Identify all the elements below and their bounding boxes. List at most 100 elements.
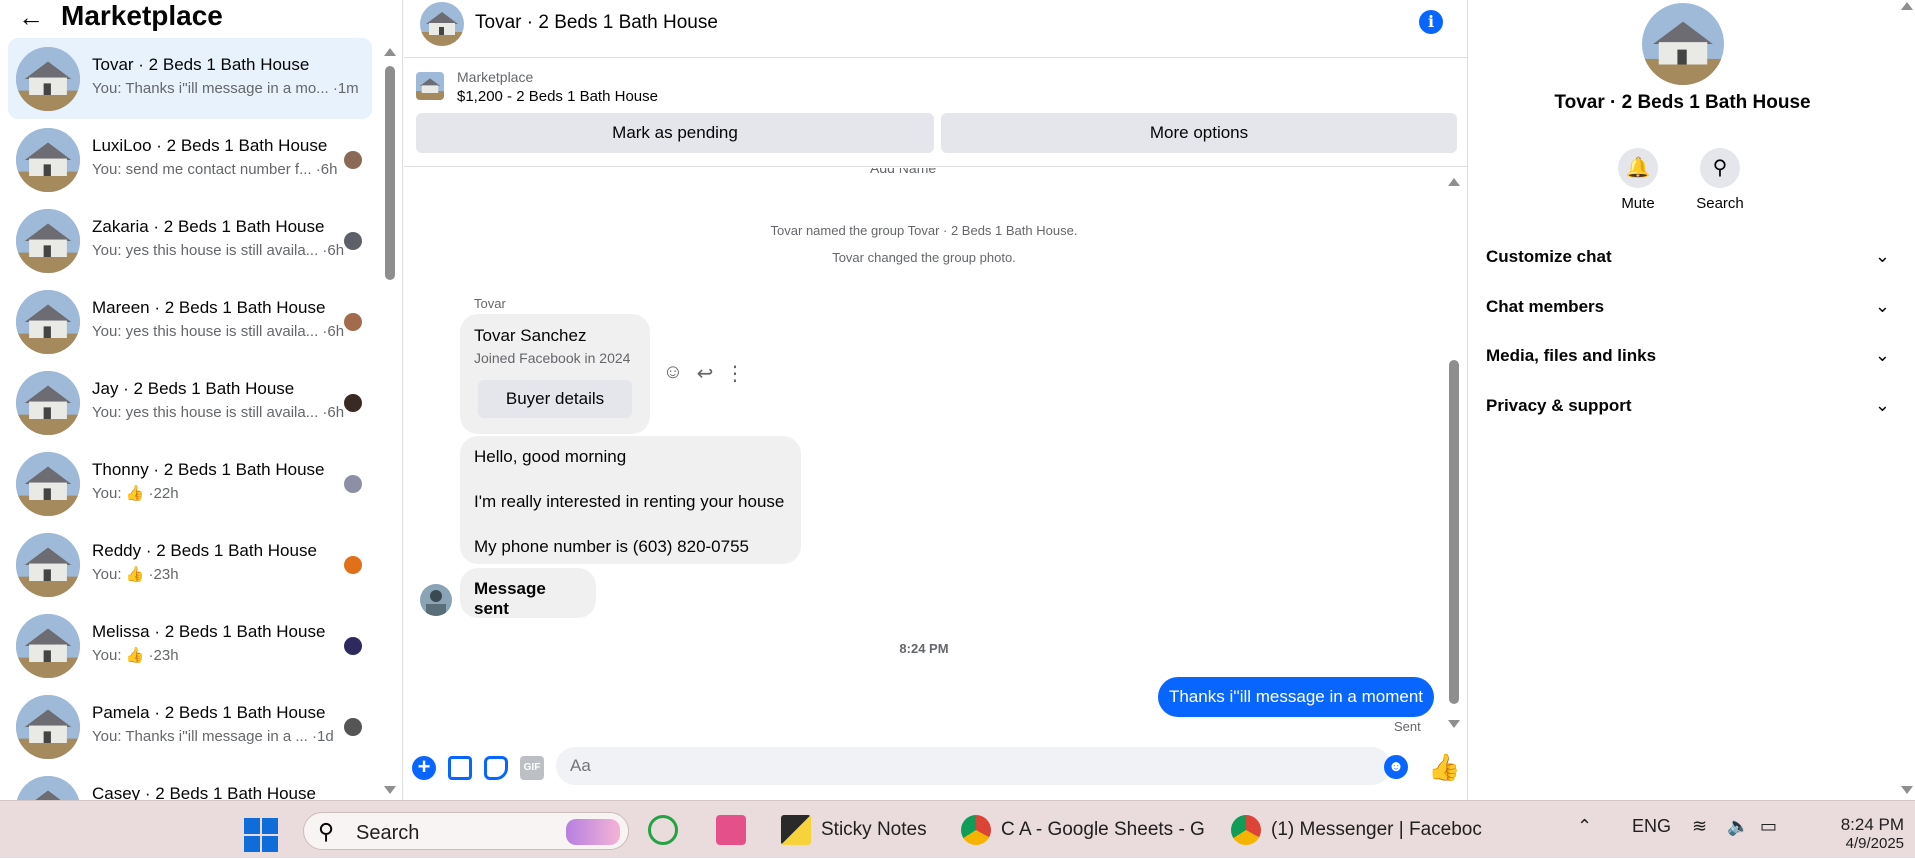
conversation-avatar xyxy=(16,614,80,678)
conversation-preview: You: Thanks i''ill message in a mo... ·1… xyxy=(92,80,359,97)
mark-as-pending-button[interactable]: Mark as pending xyxy=(416,113,934,153)
conversation-name: Melissa · 2 Beds 1 Bath House xyxy=(92,622,326,641)
listing-thumbnail[interactable] xyxy=(416,72,444,100)
search-icon: ⚲ xyxy=(1700,148,1740,188)
clipped-text: Add Name xyxy=(870,168,937,176)
gif-icon[interactable]: GIF xyxy=(520,756,544,780)
scroll-up-arrow-icon[interactable] xyxy=(384,48,396,56)
wifi-icon[interactable]: ≋ xyxy=(1692,816,1707,837)
conversation-item[interactable]: Reddy · 2 Beds 1 Bath House You: 👍 ·23h xyxy=(8,524,372,605)
scroll-down-arrow-icon[interactable] xyxy=(1901,786,1913,794)
message-thread: Add Name Tovar named the group Tovar · 2… xyxy=(404,168,1468,738)
page-scrollbar[interactable] xyxy=(1900,0,1914,800)
whatsapp-icon xyxy=(648,815,678,845)
customize-chat-row[interactable]: Customize chat ⌄ xyxy=(1486,238,1890,276)
clock-date[interactable]: 4/9/2025 xyxy=(1834,835,1904,852)
incoming-message[interactable]: Message sent xyxy=(460,568,596,618)
react-emoji-icon[interactable]: ☺ xyxy=(662,361,684,384)
plus-icon[interactable]: + xyxy=(412,756,436,780)
preview-time: ·23h xyxy=(144,647,179,664)
conversation-avatar xyxy=(16,452,80,516)
scrollbar-thumb[interactable] xyxy=(1449,360,1459,704)
photo-icon[interactable] xyxy=(448,756,472,780)
incoming-message[interactable]: Hello, good morning I'm really intereste… xyxy=(460,436,801,564)
chrome-icon xyxy=(961,815,991,845)
conversation-name: Pamela · 2 Beds 1 Bath House xyxy=(92,703,326,722)
message-input[interactable] xyxy=(556,747,1391,785)
conversation-avatar xyxy=(16,371,80,435)
taskbar-app-label: C A - Google Sheets - G xyxy=(1001,819,1205,840)
buyer-details-button[interactable]: Buyer details xyxy=(478,380,632,418)
mute-button[interactable]: 🔔 Mute xyxy=(1598,148,1678,212)
search-button[interactable]: ⚲ Search xyxy=(1680,148,1760,212)
group-avatar[interactable] xyxy=(1642,3,1724,85)
mute-label: Mute xyxy=(1621,195,1655,212)
conversation-avatar xyxy=(16,128,80,192)
chat-avatar[interactable] xyxy=(420,2,464,46)
clock-time[interactable]: 8:24 PM xyxy=(1834,815,1904,835)
row-label: Privacy & support xyxy=(1486,396,1632,415)
sticker-icon[interactable] xyxy=(484,756,508,780)
conversation-avatar xyxy=(16,47,80,111)
conversation-item[interactable]: Thonny · 2 Beds 1 Bath House You: 👍 ·22h xyxy=(8,443,372,524)
messenger-window: ← Marketplace Tovar · 2 Beds 1 Bath Hous… xyxy=(0,0,1915,800)
snipping-tool-icon xyxy=(716,815,746,845)
listing-title[interactable]: $1,200 - 2 Beds 1 Bath House xyxy=(457,88,658,105)
conversation-preview: You: yes this house is still availa... ·… xyxy=(92,323,345,340)
language-indicator[interactable]: ENG xyxy=(1632,816,1671,837)
conversation-preview: You: 👍 ·22h xyxy=(92,485,179,503)
preview-time: ·22h xyxy=(144,485,179,502)
conversation-item[interactable]: Tovar · 2 Beds 1 Bath House You: Thanks i… xyxy=(8,38,372,119)
reply-icon[interactable]: ↩ xyxy=(694,361,716,386)
emoji-icon[interactable]: ☻ xyxy=(1384,755,1408,779)
seen-by-avatar xyxy=(344,313,362,331)
preview-prefix: You: xyxy=(92,647,126,664)
scroll-up-arrow-icon[interactable] xyxy=(1901,2,1913,10)
conversation-item[interactable]: Mareen · 2 Beds 1 Bath House You: yes thi… xyxy=(8,281,372,362)
conversation-name: Casey · 2 Beds 1 Bath House xyxy=(92,784,316,800)
sender-avatar[interactable] xyxy=(420,584,452,616)
scrollbar-thumb[interactable] xyxy=(385,66,395,280)
conversation-sidebar: ← Marketplace Tovar · 2 Beds 1 Bath Hous… xyxy=(0,0,403,800)
conversation-item[interactable]: Casey · 2 Beds 1 Bath House xyxy=(8,767,372,800)
preview-prefix: You: xyxy=(92,566,126,583)
scroll-down-arrow-icon[interactable] xyxy=(1448,720,1460,728)
conversation-item[interactable]: LuxiLoo · 2 Beds 1 Bath House You: send m… xyxy=(8,119,372,200)
back-arrow-icon[interactable]: ← xyxy=(18,4,50,30)
sent-status: Sent xyxy=(1394,719,1421,734)
volume-icon[interactable]: 🔈 xyxy=(1727,816,1749,837)
chevron-down-icon: ⌄ xyxy=(1874,246,1890,266)
seen-by-avatar xyxy=(344,637,362,655)
privacy-support-row[interactable]: Privacy & support ⌄ xyxy=(1486,387,1890,425)
scroll-up-arrow-icon[interactable] xyxy=(1448,178,1460,186)
media-files-links-row[interactable]: Media, files and links ⌄ xyxy=(1486,337,1890,375)
group-name: Tovar · 2 Beds 1 Bath House xyxy=(1554,92,1811,113)
thumbs-up-icon[interactable]: 👍 xyxy=(1428,752,1460,783)
conversation-name: Jay · 2 Beds 1 Bath House xyxy=(92,379,295,398)
windows-start-icon[interactable] xyxy=(244,818,280,854)
seen-by-avatar xyxy=(344,394,362,412)
conversation-item[interactable]: Zakaria · 2 Beds 1 Bath House You: yes th… xyxy=(8,200,372,281)
chevron-up-icon[interactable]: ⌃ xyxy=(1577,816,1592,837)
conversation-item[interactable]: Melissa · 2 Beds 1 Bath House You: 👍 ·23h xyxy=(8,605,372,686)
more-vertical-icon[interactable]: ⋮ xyxy=(724,361,746,386)
outgoing-message[interactable]: Thanks i''ill message in a moment xyxy=(1158,677,1434,717)
chat-scrollbar[interactable] xyxy=(1447,172,1461,732)
chat-title: Tovar · 2 Beds 1 Bath House xyxy=(475,12,718,33)
chat-members-row[interactable]: Chat members ⌄ xyxy=(1486,288,1890,326)
sidebar-title: Marketplace xyxy=(61,0,223,31)
more-options-button[interactable]: More options xyxy=(941,113,1457,153)
seen-by-avatar xyxy=(344,556,362,574)
conversation-preview: You: yes this house is still availa... ·… xyxy=(92,404,345,421)
scroll-down-arrow-icon[interactable] xyxy=(384,786,396,794)
info-icon[interactable]: i xyxy=(1419,10,1443,34)
thumbs-up-icon: 👍 xyxy=(125,485,145,502)
conversation-name: Zakaria · 2 Beds 1 Bath House xyxy=(92,217,325,236)
row-label: Media, files and links xyxy=(1486,346,1657,365)
taskbar-search-box[interactable]: ⚲ Search xyxy=(303,812,629,850)
sidebar-scrollbar[interactable] xyxy=(383,44,397,796)
taskbar-app-label: Sticky Notes xyxy=(821,819,927,840)
battery-icon[interactable]: ▭ xyxy=(1760,816,1777,837)
conversation-item[interactable]: Jay · 2 Beds 1 Bath House You: yes this h… xyxy=(8,362,372,443)
conversation-item[interactable]: Pamela · 2 Beds 1 Bath House You: Thanks … xyxy=(8,686,372,767)
